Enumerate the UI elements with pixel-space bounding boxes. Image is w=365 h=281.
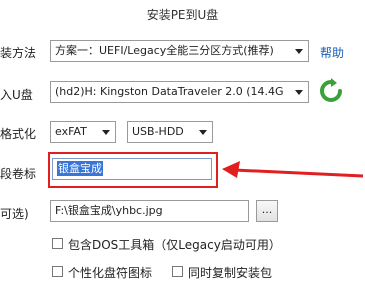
chevron-down-icon	[197, 122, 209, 142]
chevron-down-icon	[293, 82, 305, 102]
target-usb-value: (hd2)H: Kingston DataTraveler 2.0 (14.4G	[55, 85, 284, 98]
help-link[interactable]: 帮助	[320, 44, 344, 61]
target-usb-select[interactable]: (hd2)H: Kingston DataTraveler 2.0 (14.4G	[50, 81, 309, 103]
boot-mode-select[interactable]: USB-HDD	[127, 121, 213, 143]
filesystem-select[interactable]: exFAT	[50, 121, 116, 143]
image-path-label: 可选)	[0, 207, 29, 221]
browse-button[interactable]: ...	[256, 200, 278, 222]
copy-package-checkbox[interactable]	[172, 266, 183, 277]
install-method-label: 装方法	[0, 46, 37, 60]
install-method-value: 方案一：UEFI/Legacy全能三分区方式(推荐)	[55, 44, 274, 57]
window-title: 安装PE到U盘	[146, 8, 219, 22]
install-method-select[interactable]: 方案一：UEFI/Legacy全能三分区方式(推荐)	[50, 40, 309, 62]
volume-label-label: 段卷标	[0, 167, 37, 181]
red-arrow-icon	[222, 161, 364, 178]
dos-tools-checkbox[interactable]	[52, 238, 63, 249]
chevron-down-icon	[100, 122, 112, 142]
volume-label-value: 银盒宝成	[57, 161, 103, 176]
image-path-input[interactable]: F:\银盒宝成\yhbc.jpg	[50, 200, 249, 222]
copy-package-label: 同时复制安装包	[188, 266, 273, 280]
target-usb-label: 入U盘	[0, 88, 33, 102]
volume-label-input[interactable]: 银盒宝成	[52, 158, 212, 180]
refresh-icon[interactable]	[318, 78, 344, 104]
custom-icon-label: 个性化盘符图标	[68, 266, 153, 280]
format-label: 格式化	[0, 127, 37, 141]
custom-icon-checkbox[interactable]	[52, 266, 63, 277]
chevron-down-icon	[293, 41, 305, 61]
dos-tools-label: 包含DOS工具箱（仅Legacy启动可用）	[68, 238, 281, 252]
